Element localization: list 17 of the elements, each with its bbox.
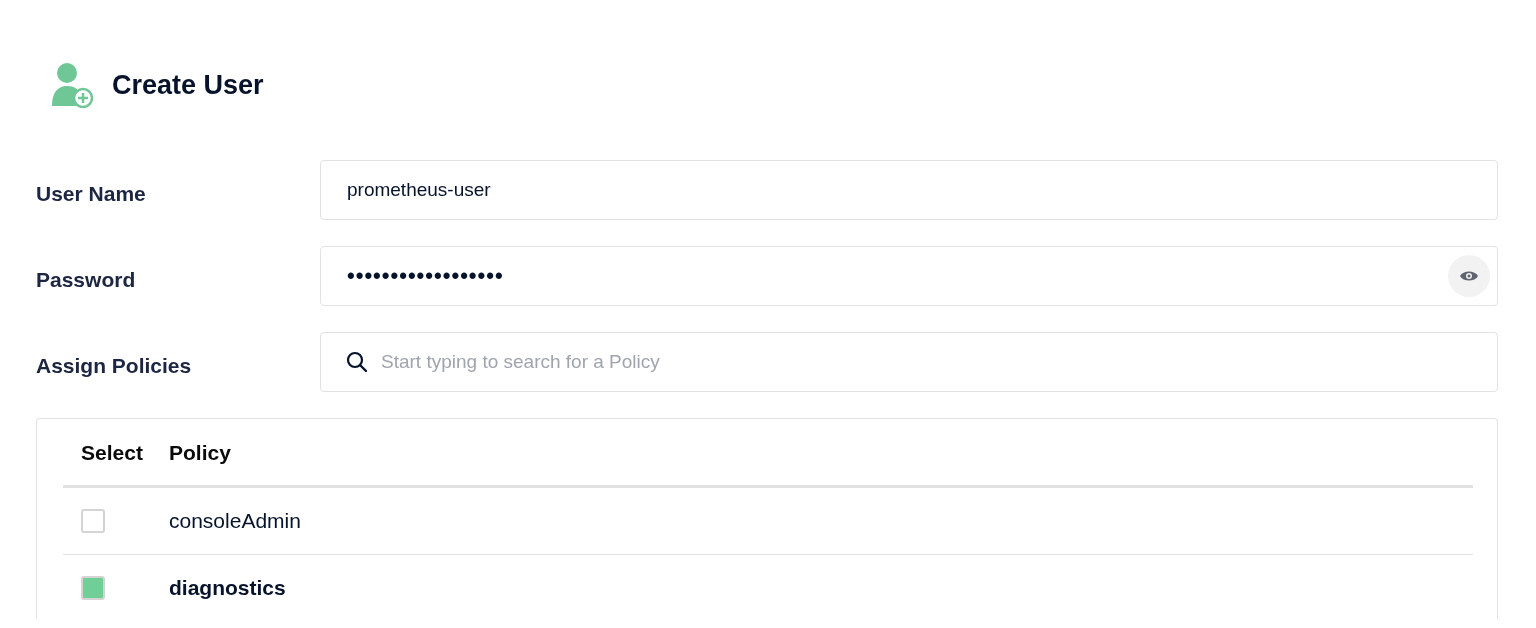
password-field[interactable]: •••••••••••••••••• bbox=[320, 246, 1498, 306]
field-label: User Name bbox=[36, 181, 147, 206]
column-header: Select bbox=[81, 440, 144, 465]
policy-name: diagnostics bbox=[169, 576, 287, 600]
text-field[interactable]: prometheus-user bbox=[320, 160, 1498, 220]
eye-icon bbox=[1460, 270, 1478, 282]
add-user-icon bbox=[52, 62, 94, 108]
field-label: Password bbox=[36, 267, 137, 292]
field-label: Assign Policies bbox=[36, 353, 193, 378]
page-title: Create User bbox=[112, 69, 264, 101]
show-password-button[interactable] bbox=[1448, 255, 1490, 297]
policy-name: consoleAdmin bbox=[169, 509, 302, 533]
checkbox[interactable] bbox=[81, 576, 105, 600]
search-field[interactable]: Start typing to search for a Policy bbox=[320, 332, 1498, 392]
search-icon bbox=[346, 351, 368, 373]
column-header: Policy bbox=[169, 440, 232, 465]
checkbox[interactable] bbox=[81, 509, 105, 533]
